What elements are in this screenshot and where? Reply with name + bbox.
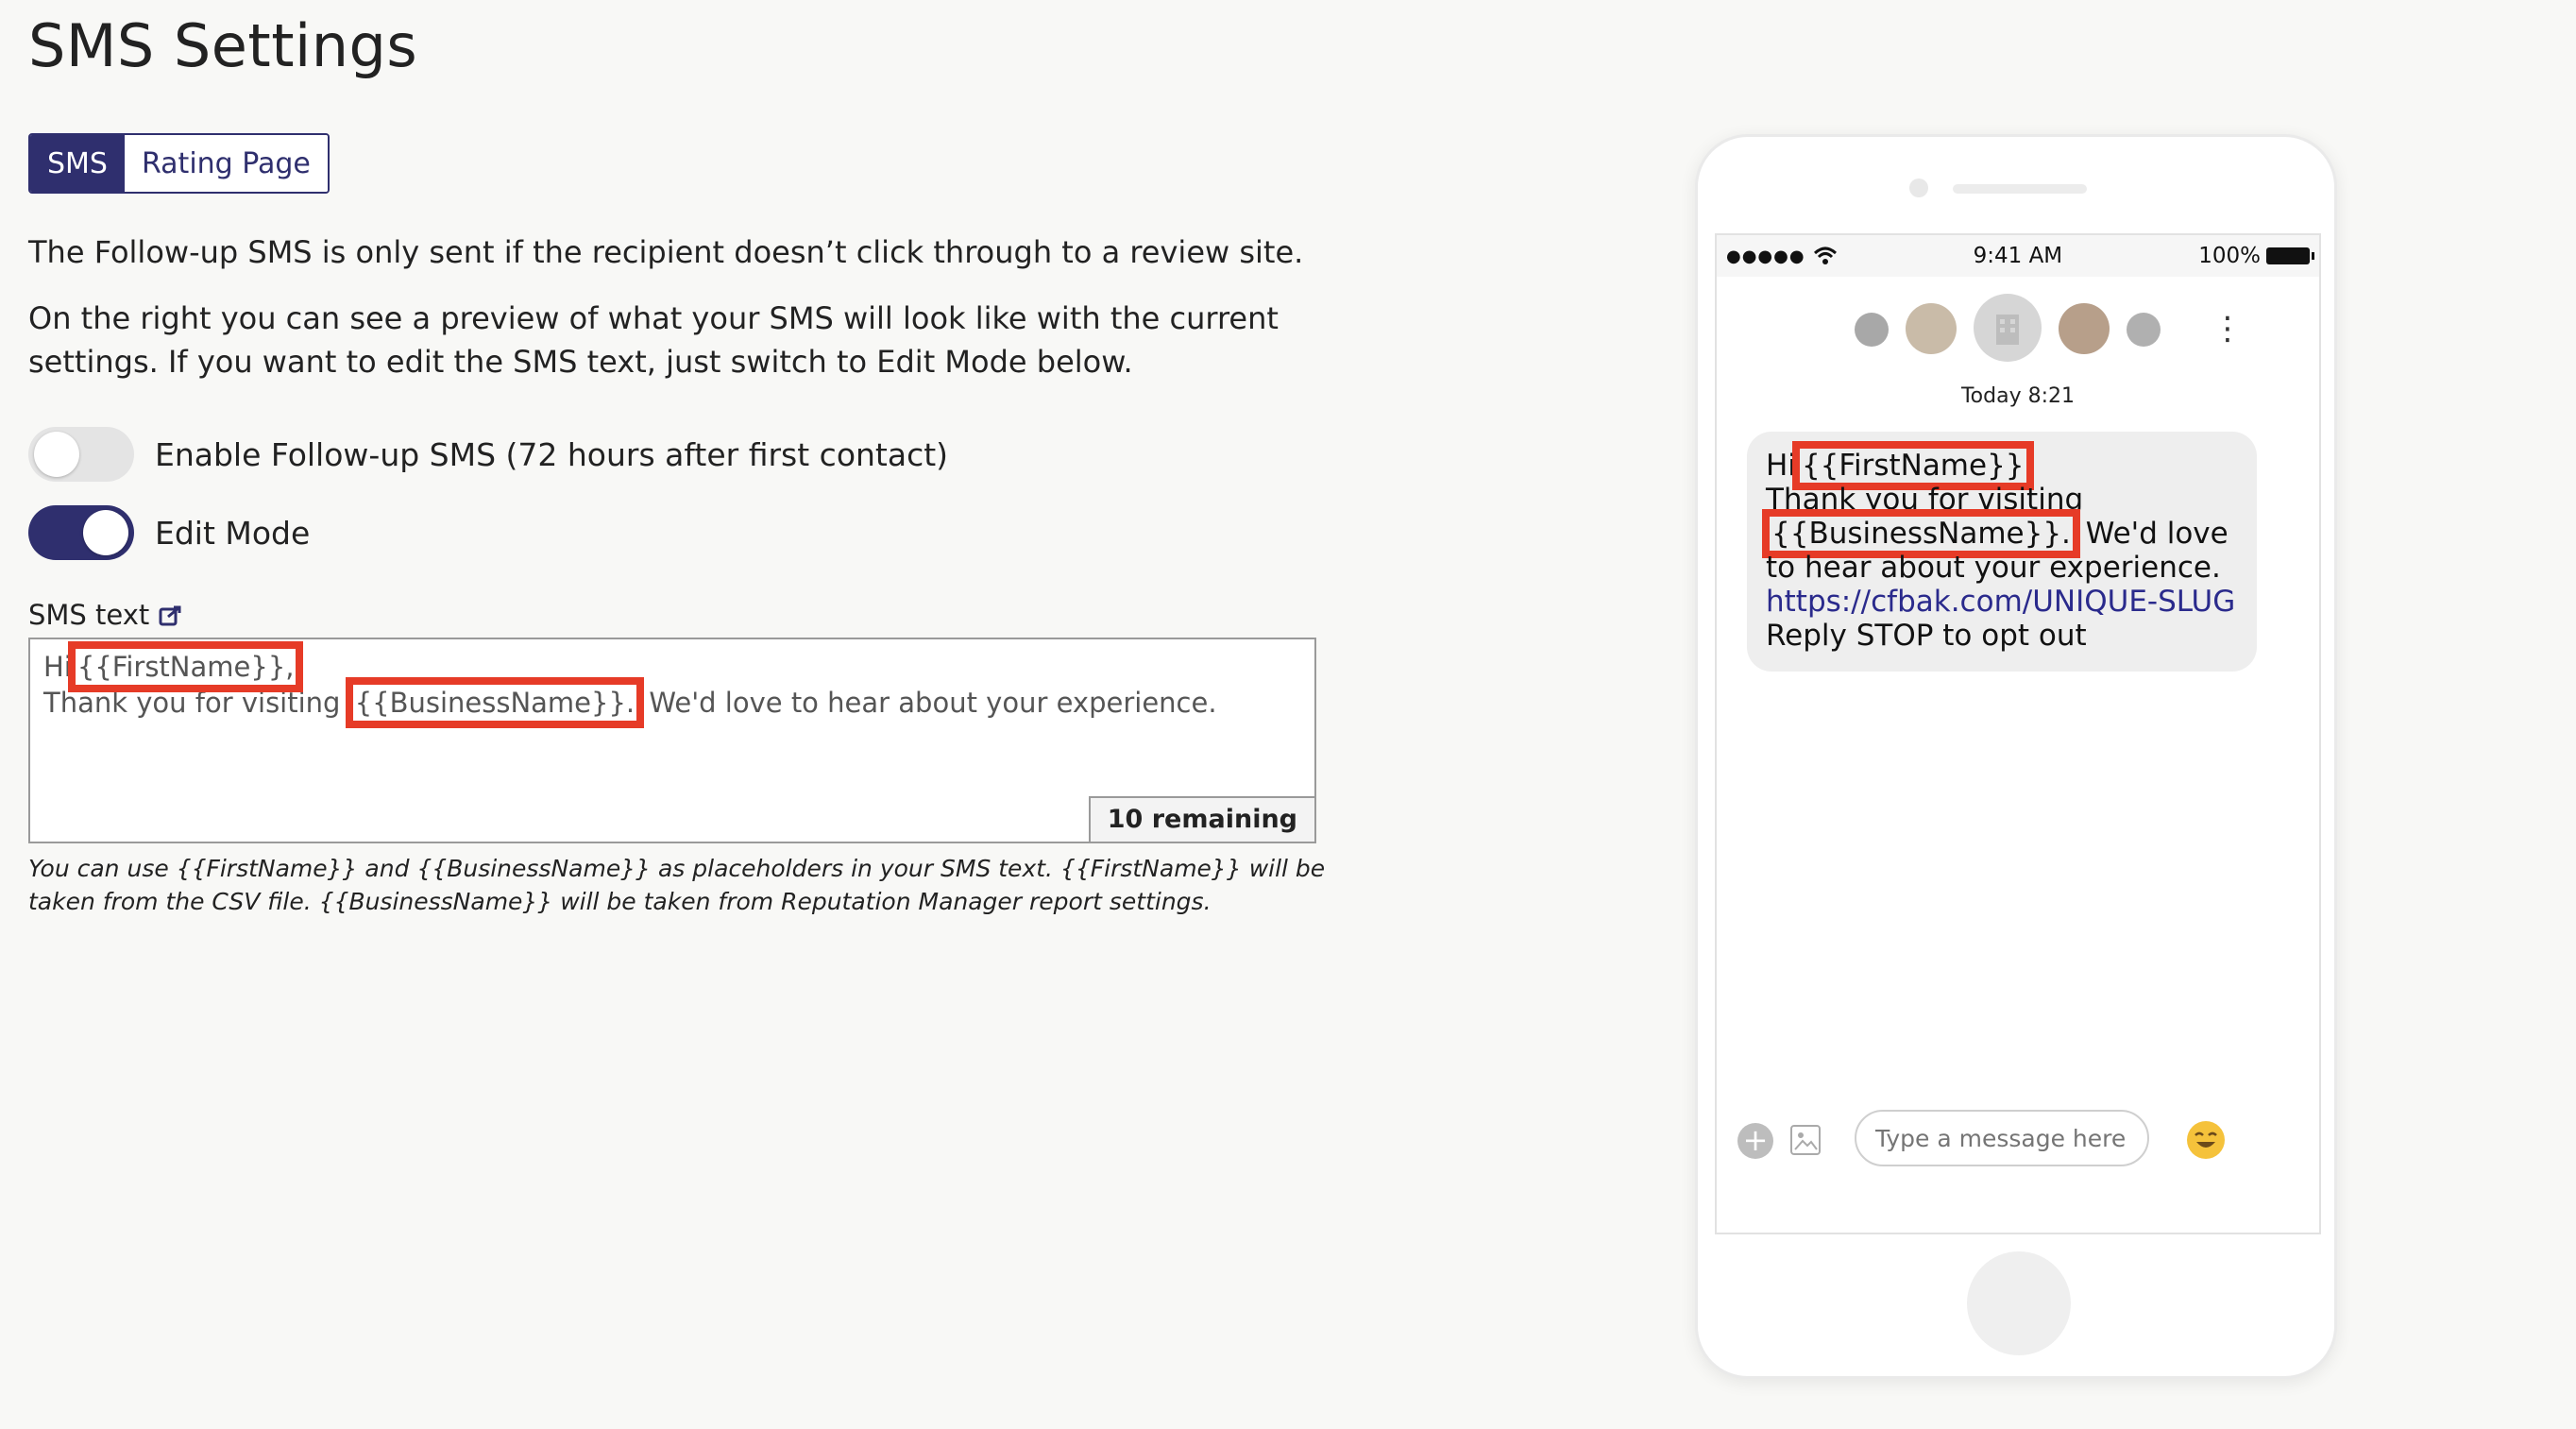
preview-optout: Reply STOP to opt out bbox=[1766, 619, 2087, 653]
edit-mode-toggle-row: Edit Mode bbox=[28, 505, 310, 560]
message-composer: + bbox=[1737, 1104, 2304, 1170]
sms-text-label-row: SMS text bbox=[28, 599, 183, 631]
page-title: SMS Settings bbox=[28, 11, 418, 80]
sms-line-1: Hi {{FirstName}}, bbox=[43, 641, 1301, 692]
chars-remaining: 10 remaining bbox=[1088, 796, 1316, 843]
edit-mode-toggle[interactable] bbox=[28, 505, 134, 560]
tab-group: SMS Rating Page bbox=[28, 133, 330, 194]
status-bar: ●●●●● 9:41 AM 100% bbox=[1717, 235, 2319, 277]
firstname-placeholder: {{FirstName}}, bbox=[67, 641, 304, 692]
preview-link[interactable]: https://cfbak.com/UNIQUE-SLUG bbox=[1766, 585, 2235, 619]
status-time: 9:41 AM bbox=[1973, 244, 2063, 268]
toggle-knob bbox=[83, 510, 128, 555]
tab-sms[interactable]: SMS bbox=[30, 135, 125, 192]
message-timestamp: Today 8:21 bbox=[1960, 384, 2076, 408]
emoji-icon[interactable] bbox=[2187, 1121, 2225, 1159]
edit-mode-label: Edit Mode bbox=[155, 514, 311, 552]
info-text-2: On the right you can see a preview of wh… bbox=[28, 300, 1279, 380]
avatar bbox=[2127, 313, 2161, 347]
followup-toggle-label: Enable Follow-up SMS (72 hours after fir… bbox=[155, 435, 949, 473]
sms-closing: We'd love to hear about your experience. bbox=[649, 687, 1217, 719]
sms-preview-bubble: Hi {{FirstName}} Thank you for visiting {… bbox=[1747, 432, 2257, 672]
info-text-1: The Follow-up SMS is only sent if the re… bbox=[28, 234, 1304, 270]
wifi-icon bbox=[1813, 247, 1837, 264]
plus-icon[interactable]: + bbox=[1737, 1123, 1773, 1159]
battery-icon bbox=[2266, 247, 2314, 264]
phone-camera bbox=[1909, 179, 1928, 197]
phone-speaker bbox=[1953, 184, 2087, 194]
avatar bbox=[1906, 303, 1957, 354]
message-input[interactable] bbox=[1855, 1110, 2149, 1166]
sms-text-editor[interactable]: Hi {{FirstName}}, Thank you for visiting … bbox=[28, 638, 1316, 843]
sms-text-label: SMS text bbox=[28, 599, 150, 631]
kebab-menu-icon[interactable]: ⋮ bbox=[2212, 313, 2244, 345]
followup-toggle-row: Enable Follow-up SMS (72 hours after fir… bbox=[28, 427, 948, 482]
signal-icon: ●●●●● bbox=[1726, 246, 1805, 266]
placeholder-help-text: You can use {{FirstName}} and {{Business… bbox=[28, 855, 1326, 915]
followup-toggle[interactable] bbox=[28, 427, 134, 482]
image-icon[interactable] bbox=[1790, 1125, 1821, 1155]
tab-rating-page[interactable]: Rating Page bbox=[124, 135, 328, 192]
avatar bbox=[2059, 303, 2110, 354]
avatar bbox=[1855, 313, 1889, 347]
external-edit-icon[interactable] bbox=[159, 603, 183, 627]
business-avatar bbox=[1974, 294, 2042, 362]
toggle-knob bbox=[34, 432, 79, 477]
home-button[interactable] bbox=[1967, 1251, 2071, 1355]
businessname-placeholder: {{BusinessName}}. bbox=[345, 677, 645, 728]
phone-screen: ●●●●● 9:41 AM 100% ⋮ Today 8:21 Hi {{Fir… bbox=[1715, 233, 2321, 1234]
phone-preview: ●●●●● 9:41 AM 100% ⋮ Today 8:21 Hi {{Fir… bbox=[1695, 134, 2337, 1379]
battery-percent: 100% bbox=[2198, 244, 2261, 268]
